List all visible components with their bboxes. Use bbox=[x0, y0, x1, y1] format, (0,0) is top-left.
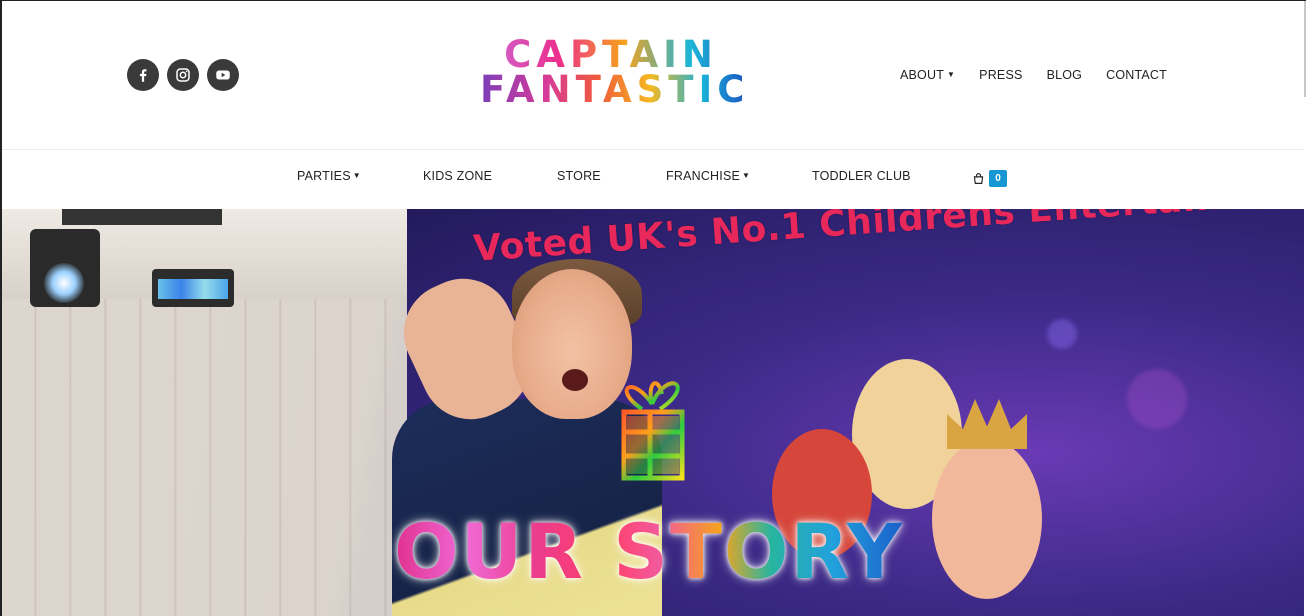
nav-item-store[interactable]: STORE bbox=[557, 169, 601, 183]
shopping-bag-icon bbox=[973, 173, 984, 184]
lighting-rig bbox=[62, 209, 222, 225]
cart-button[interactable]: 0 bbox=[972, 170, 1007, 187]
stage-light bbox=[152, 269, 234, 307]
chevron-down-icon: ▼ bbox=[352, 170, 361, 180]
nav-item-label: PARTIES bbox=[297, 169, 351, 183]
nav-item-parties[interactable]: PARTIES ▼ bbox=[297, 169, 361, 183]
hero-title: OUR STORY bbox=[394, 507, 904, 596]
chevron-down-icon: ▼ bbox=[742, 170, 751, 180]
site-logo[interactable]: CAPTAIN FANTASTIC bbox=[480, 36, 750, 113]
logo-line-2: FANTASTIC bbox=[480, 68, 750, 111]
social-links bbox=[127, 59, 239, 91]
nav-item-label: CONTACT bbox=[1106, 68, 1167, 82]
instagram-link[interactable] bbox=[167, 59, 199, 91]
top-header: CAPTAIN FANTASTIC ABOUT ▼ PRESS BLOG CON… bbox=[2, 1, 1304, 149]
nav-item-about[interactable]: ABOUT ▼ bbox=[900, 68, 955, 82]
gift-icon bbox=[621, 381, 685, 481]
youtube-icon bbox=[216, 70, 230, 80]
stage-light bbox=[30, 229, 100, 307]
nav-item-label: STORE bbox=[557, 169, 601, 183]
nav-item-press[interactable]: PRESS bbox=[979, 68, 1022, 82]
nav-item-label: PRESS bbox=[979, 68, 1023, 82]
nav-item-label: BLOG bbox=[1046, 68, 1083, 82]
nav-item-label: ABOUT bbox=[899, 68, 945, 82]
top-navigation: ABOUT ▼ PRESS BLOG CONTACT bbox=[900, 68, 1167, 82]
nav-item-kids-zone[interactable]: KIDS ZONE bbox=[423, 169, 492, 183]
nav-item-toddler-club[interactable]: TODDLER CLUB bbox=[812, 169, 911, 183]
nav-item-label: FRANCHISE bbox=[666, 169, 741, 183]
logo-line-1: CAPTAIN bbox=[480, 36, 742, 73]
main-navigation: PARTIES ▼ KIDS ZONE STORE FRANCHISE ▼ TO… bbox=[2, 149, 1304, 208]
hero-banner: Voted UK's No.1 Childrens Entertainment … bbox=[2, 209, 1304, 616]
facebook-link[interactable] bbox=[127, 59, 159, 91]
nav-item-label: KIDS ZONE bbox=[423, 169, 493, 183]
chevron-down-icon: ▼ bbox=[947, 69, 956, 79]
nav-item-contact[interactable]: CONTACT bbox=[1106, 68, 1167, 82]
youtube-link[interactable] bbox=[207, 59, 239, 91]
nav-item-blog[interactable]: BLOG bbox=[1047, 68, 1083, 82]
cart-count-badge: 0 bbox=[989, 170, 1007, 187]
nav-item-franchise[interactable]: FRANCHISE ▼ bbox=[666, 169, 750, 183]
instagram-icon bbox=[176, 68, 190, 82]
facebook-icon bbox=[139, 69, 147, 82]
nav-item-label: TODDLER CLUB bbox=[812, 169, 911, 183]
